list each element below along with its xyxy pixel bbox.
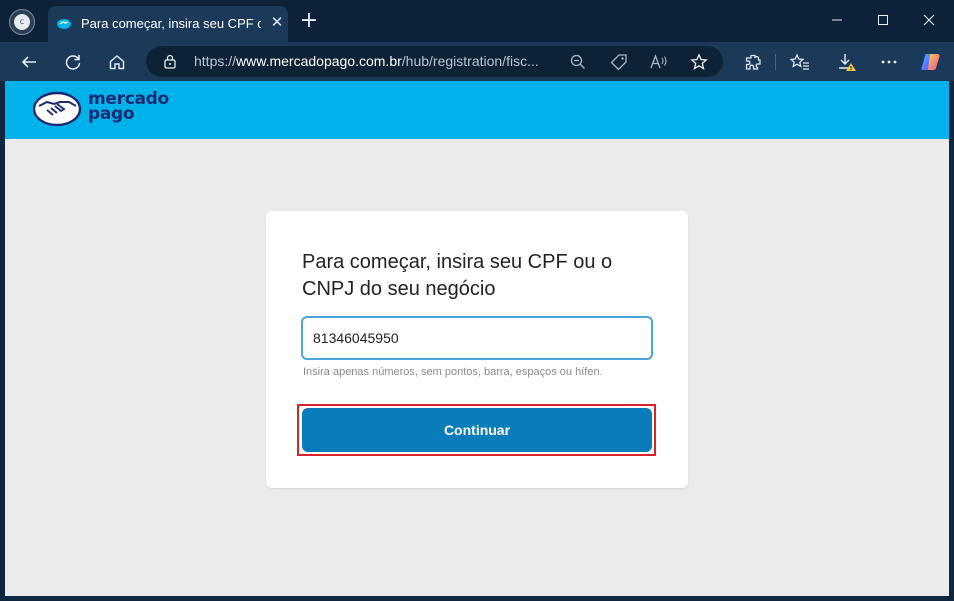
input-hint: Insira apenas números, sem pontos, barra… bbox=[303, 366, 603, 378]
registration-card: Para começar, insira seu CPF ou o CNPJ d… bbox=[266, 211, 688, 488]
tab-title: Para começar, insira seu CPF ou o bbox=[81, 16, 261, 31]
cpf-cnpj-input[interactable] bbox=[313, 328, 633, 348]
page-viewport: mercado pago Para começar, insira seu CP… bbox=[5, 81, 949, 596]
address-bar[interactable]: https://www.mercadopago.com.br/hub/regis… bbox=[146, 46, 723, 77]
downloads-icon[interactable] bbox=[835, 50, 859, 74]
toolbar-divider bbox=[775, 54, 776, 70]
maximize-icon[interactable] bbox=[872, 9, 894, 31]
favorite-star-icon[interactable] bbox=[689, 52, 709, 72]
page-title: Para começar, insira seu CPF ou o CNPJ d… bbox=[302, 251, 613, 300]
tab-close-icon[interactable]: ✕ bbox=[268, 14, 286, 32]
read-aloud-icon[interactable] bbox=[649, 52, 669, 72]
favorites-icon[interactable] bbox=[788, 50, 812, 74]
home-icon[interactable] bbox=[105, 50, 129, 74]
browser-tab[interactable]: Para começar, insira seu CPF ou o ✕ bbox=[48, 6, 288, 42]
profile-avatar[interactable]: C bbox=[9, 9, 35, 35]
mercadopago-logo[interactable]: mercado pago bbox=[33, 91, 169, 127]
extensions-icon[interactable] bbox=[741, 50, 765, 74]
mercadopago-header: mercado pago bbox=[5, 81, 949, 139]
more-icon[interactable] bbox=[877, 50, 901, 74]
back-icon[interactable] bbox=[17, 50, 41, 74]
url-prefix: https:// bbox=[194, 53, 237, 69]
new-tab-button[interactable]: + bbox=[298, 10, 320, 32]
minimize-icon[interactable] bbox=[826, 9, 848, 31]
url-path: /hub/registration/fisc... bbox=[401, 53, 539, 69]
browser-window: C Para começar, insira seu CPF ou o ✕ + bbox=[0, 0, 954, 601]
logo-wordmark: mercado pago bbox=[88, 91, 169, 124]
cpf-cnpj-field[interactable] bbox=[301, 316, 653, 360]
lock-icon[interactable] bbox=[163, 54, 177, 69]
mercadopago-favicon-icon bbox=[57, 19, 71, 29]
tag-icon[interactable] bbox=[609, 52, 629, 72]
copilot-icon[interactable] bbox=[919, 50, 943, 74]
refresh-icon[interactable] bbox=[61, 50, 85, 74]
continue-button[interactable]: Continuar bbox=[302, 408, 652, 452]
browser-toolbar: https://www.mercadopago.com.br/hub/regis… bbox=[0, 42, 954, 81]
url-domain: www.mercadopago.com.br bbox=[236, 53, 402, 69]
close-icon[interactable] bbox=[918, 9, 940, 31]
zoom-icon[interactable] bbox=[568, 52, 588, 72]
title-bar: C Para começar, insira seu CPF ou o ✕ + bbox=[0, 0, 954, 42]
handshake-logo-icon bbox=[33, 91, 82, 127]
logo-word-pago: pago bbox=[88, 104, 135, 124]
url-text[interactable]: https://www.mercadopago.com.br/hub/regis… bbox=[194, 53, 554, 69]
profile-icon: C bbox=[14, 14, 30, 30]
